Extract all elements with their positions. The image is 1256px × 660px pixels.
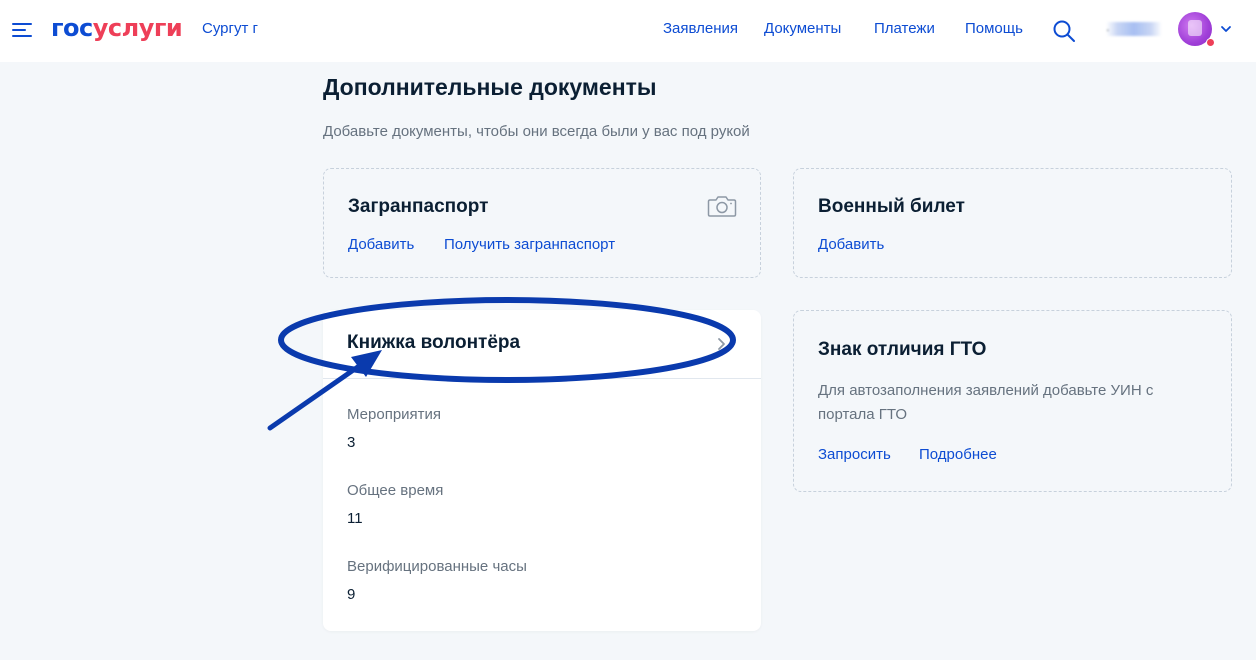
page-title: Дополнительные документы xyxy=(323,74,657,100)
card-volunteer-book[interactable]: Книжка волонтёра Мероприятия 3 Общее вре… xyxy=(323,310,761,631)
events-label: Мероприятия xyxy=(347,406,442,423)
card-title: Загранпаспорт xyxy=(348,196,489,217)
card-title: Знак отличия ГТО xyxy=(818,339,987,360)
card-international-passport: Загранпаспорт Добавить Получить загранпа… xyxy=(323,168,761,278)
user-name[interactable]: . xyxy=(1106,19,1162,36)
gosuslugi-logo[interactable]: госуслуги xyxy=(51,14,183,42)
user-name-text: . xyxy=(1106,19,1110,34)
logo-text-uslugi: услуги xyxy=(92,14,183,42)
card-military-id: Военный билет Добавить xyxy=(793,168,1232,278)
chevron-down-icon[interactable] xyxy=(1220,24,1232,34)
total-time-label: Общее время xyxy=(347,482,444,499)
nav-help[interactable]: Помощь xyxy=(965,20,1023,37)
events-value: 3 xyxy=(347,434,356,451)
page-subtitle: Добавьте документы, чтобы они всегда был… xyxy=(323,123,750,140)
add-passport-link[interactable]: Добавить xyxy=(348,236,414,253)
camera-icon[interactable] xyxy=(707,194,737,218)
top-header: госуслуги Сургут г Заявления Документы П… xyxy=(0,0,1256,62)
card-title: Книжка волонтёра xyxy=(347,332,521,353)
nav-applications[interactable]: Заявления xyxy=(663,20,738,37)
gto-description-line1: Для автозаполнения заявлений добавьте УИ… xyxy=(818,382,1154,399)
verified-hours-value: 9 xyxy=(347,586,356,603)
total-time-value: 11 xyxy=(347,510,363,527)
add-military-id-link[interactable]: Добавить xyxy=(818,236,884,253)
chevron-right-icon[interactable] xyxy=(717,337,727,351)
card-title: Военный билет xyxy=(818,196,965,217)
logo-text-gos: гос xyxy=(51,14,93,42)
request-gto-link[interactable]: Запросить xyxy=(818,446,891,463)
nav-documents[interactable]: Документы xyxy=(764,20,841,37)
verified-hours-label: Верифицированные часы xyxy=(347,558,527,575)
card-gto-badge: Знак отличия ГТО Для автозаполнения заяв… xyxy=(793,310,1232,492)
nav-payments[interactable]: Платежи xyxy=(874,20,935,37)
card-divider xyxy=(323,378,761,379)
city-selector[interactable]: Сургут г xyxy=(202,20,258,37)
notification-dot xyxy=(1206,38,1215,47)
gto-description-line2: портала ГТО xyxy=(818,406,908,423)
menu-icon[interactable] xyxy=(12,21,32,39)
search-icon[interactable] xyxy=(1052,19,1076,43)
gto-more-link[interactable]: Подробнее xyxy=(919,446,997,463)
get-passport-link[interactable]: Получить загранпаспорт xyxy=(444,236,615,253)
